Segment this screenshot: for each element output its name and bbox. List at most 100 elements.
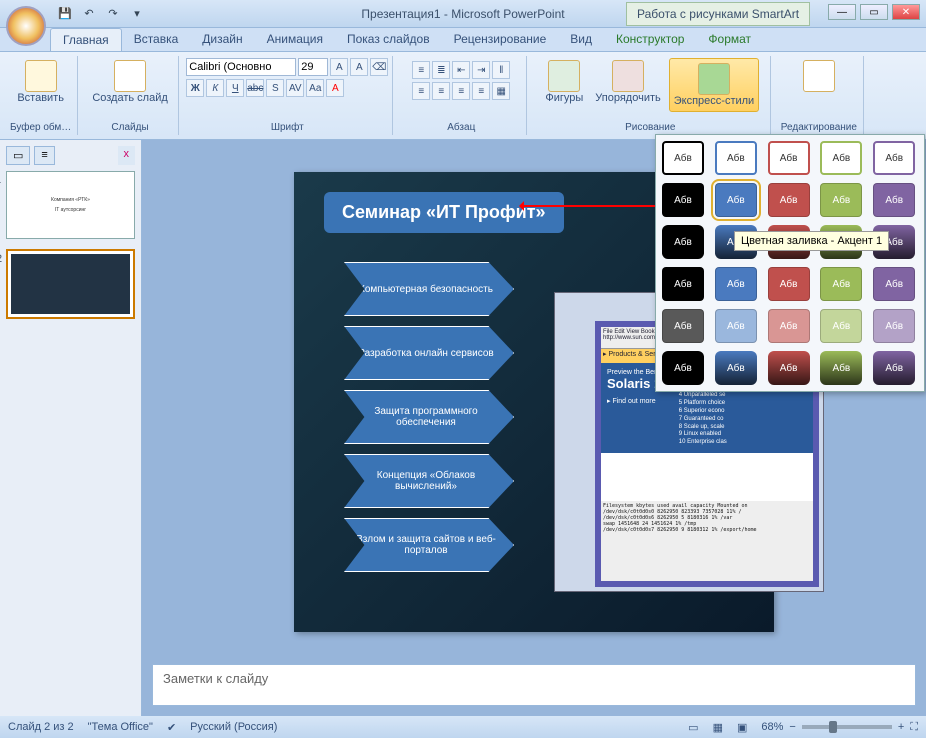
tab-animation[interactable]: Анимация	[255, 28, 335, 51]
numbering-icon[interactable]: ≣	[432, 61, 450, 79]
style-swatch[interactable]: Абв	[715, 183, 757, 217]
style-swatch[interactable]: Абв	[662, 225, 704, 259]
style-swatch[interactable]: Абв	[820, 267, 862, 301]
font-color-button[interactable]: A	[326, 79, 344, 97]
zoom-controls: 68% − + ⛶	[761, 721, 918, 734]
zoom-in-icon[interactable]: +	[898, 721, 904, 733]
fit-window-icon[interactable]: ⛶	[910, 721, 918, 734]
style-swatch[interactable]: Абв	[768, 183, 810, 217]
tab-insert[interactable]: Вставка	[122, 28, 191, 51]
style-swatch[interactable]: Абв	[768, 309, 810, 343]
style-swatch[interactable]: Абв	[715, 141, 757, 175]
line-spacing-icon[interactable]: ‖	[492, 61, 510, 79]
style-swatch[interactable]: Абв	[820, 351, 862, 385]
arrow-item[interactable]: Компьютерная безопасность	[344, 262, 514, 316]
align-right-icon[interactable]: ≡	[452, 82, 470, 100]
express-styles-button[interactable]: Экспресс-стили	[669, 58, 759, 112]
style-swatch[interactable]: Абв	[768, 267, 810, 301]
zoom-slider[interactable]	[802, 725, 892, 729]
style-swatch[interactable]: Абв	[662, 183, 704, 217]
outline-view-tab[interactable]: ≡	[34, 146, 54, 165]
notes-pane[interactable]: Заметки к слайду	[152, 664, 916, 706]
style-swatch[interactable]: Абв	[873, 267, 915, 301]
style-swatch[interactable]: Абв	[873, 309, 915, 343]
tab-format[interactable]: Формат	[696, 28, 763, 51]
style-swatch[interactable]: Абв	[715, 351, 757, 385]
align-left-icon[interactable]: ≡	[412, 82, 430, 100]
strike-button[interactable]: abc	[246, 79, 264, 97]
clear-format-icon[interactable]: ⌫	[370, 58, 388, 76]
slide-thumb-1[interactable]: 1 Компания «РТК»IT аутсорсинг	[6, 171, 135, 239]
style-swatch[interactable]: Абв	[715, 309, 757, 343]
slideshow-view-icon[interactable]: ▣	[737, 721, 747, 734]
tab-home[interactable]: Главная	[50, 28, 122, 51]
tab-view[interactable]: Вид	[558, 28, 604, 51]
quick-access-toolbar: 💾 ↶ ↷ ▾	[56, 5, 146, 23]
qat-more-icon[interactable]: ▾	[128, 5, 146, 23]
tab-review[interactable]: Рецензирование	[442, 28, 559, 51]
style-swatch[interactable]: Абв	[662, 351, 704, 385]
redo-icon[interactable]: ↷	[104, 5, 122, 23]
bullets-icon[interactable]: ≡	[412, 61, 430, 79]
tab-constructor[interactable]: Конструктор	[604, 28, 696, 51]
editing-button[interactable]	[799, 58, 839, 94]
arrow-item[interactable]: Защита программного обеспечения	[344, 390, 514, 444]
style-swatch[interactable]: Абв	[662, 141, 704, 175]
paste-button[interactable]: Вставить	[13, 58, 68, 106]
arrow-item[interactable]: Взлом и защита сайтов и веб-порталов	[344, 518, 514, 572]
slide-title-shape[interactable]: Семинар «ИТ Профит»	[324, 192, 564, 233]
office-button[interactable]	[6, 6, 46, 46]
style-swatch[interactable]: Абв	[768, 141, 810, 175]
font-group-label: Шрифт	[271, 122, 304, 133]
columns-icon[interactable]: ▦	[492, 82, 510, 100]
style-swatch[interactable]: Абв	[715, 267, 757, 301]
indent-dec-icon[interactable]: ⇤	[452, 61, 470, 79]
shadow-button[interactable]: S	[266, 79, 284, 97]
style-swatch[interactable]: Абв	[873, 183, 915, 217]
language-indicator[interactable]: Русский (Россия)	[190, 721, 277, 733]
underline-button[interactable]: Ч	[226, 79, 244, 97]
case-button[interactable]: Aa	[306, 79, 324, 97]
style-swatch[interactable]: Абв	[820, 309, 862, 343]
zoom-out-icon[interactable]: −	[789, 721, 795, 733]
new-slide-button[interactable]: Создать слайд	[88, 58, 171, 106]
style-swatch[interactable]: Абв	[873, 141, 915, 175]
justify-icon[interactable]: ≡	[472, 82, 490, 100]
close-button[interactable]: ✕	[892, 4, 920, 20]
save-icon[interactable]: 💾	[56, 5, 74, 23]
font-name-select[interactable]	[186, 58, 296, 76]
undo-icon[interactable]: ↶	[80, 5, 98, 23]
arrow-item[interactable]: Концепция «Облаков вычислений»	[344, 454, 514, 508]
group-paragraph: ≡ ≣ ⇤ ⇥ ‖ ≡ ≡ ≡ ≡ ▦ Абзац	[397, 56, 527, 135]
slides-view-tab[interactable]: ▭	[6, 146, 30, 165]
panel-close-icon[interactable]: x	[118, 146, 136, 165]
paste-label: Вставить	[17, 92, 64, 104]
indent-inc-icon[interactable]: ⇥	[472, 61, 490, 79]
bold-button[interactable]: Ж	[186, 79, 204, 97]
maximize-button[interactable]: ▭	[860, 4, 888, 20]
shrink-font-icon[interactable]: A	[350, 58, 368, 76]
grow-font-icon[interactable]: A	[330, 58, 348, 76]
sorter-view-icon[interactable]: ▦	[713, 721, 723, 734]
spacing-button[interactable]: AV	[286, 79, 304, 97]
slide-thumb-2[interactable]: 2	[6, 249, 135, 319]
align-center-icon[interactable]: ≡	[432, 82, 450, 100]
style-swatch[interactable]: Абв	[820, 141, 862, 175]
arrange-button[interactable]: Упорядочить	[591, 58, 664, 106]
arrow-item[interactable]: Разработка онлайн сервисов	[344, 326, 514, 380]
zoom-level[interactable]: 68%	[761, 721, 783, 733]
spellcheck-icon[interactable]: ✔	[167, 721, 176, 734]
smartart-arrows[interactable]: Компьютерная безопасность Разработка онл…	[344, 262, 514, 572]
tab-design[interactable]: Дизайн	[190, 28, 254, 51]
style-swatch[interactable]: Абв	[662, 309, 704, 343]
tab-slideshow[interactable]: Показ слайдов	[335, 28, 442, 51]
font-size-select[interactable]	[298, 58, 328, 76]
minimize-button[interactable]: —	[828, 4, 856, 20]
shapes-button[interactable]: Фигуры	[541, 58, 587, 106]
style-swatch[interactable]: Абв	[768, 351, 810, 385]
italic-button[interactable]: К	[206, 79, 224, 97]
style-swatch[interactable]: Абв	[820, 183, 862, 217]
style-swatch[interactable]: Абв	[662, 267, 704, 301]
normal-view-icon[interactable]: ▭	[688, 721, 698, 734]
style-swatch[interactable]: Абв	[873, 351, 915, 385]
